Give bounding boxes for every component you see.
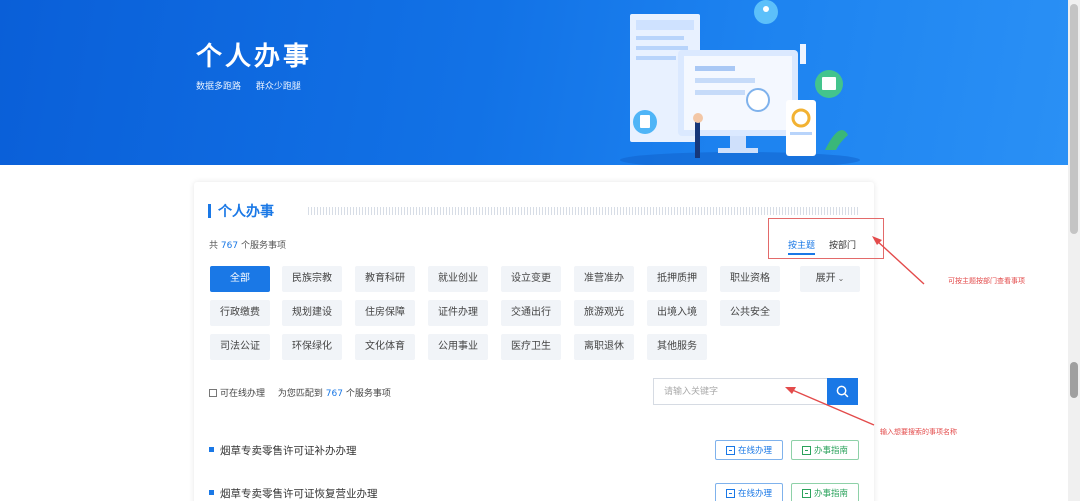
tab-by-department[interactable]: 按部门 xyxy=(829,238,856,251)
panel-header: 个人办事 xyxy=(208,200,860,224)
online-only-checkbox[interactable] xyxy=(209,389,217,397)
service-item[interactable]: 烟草专卖零售许可证恢复营业办理 在线办理 办事指南 xyxy=(208,483,859,501)
annotation-search-note: 输入想要搜索的事项名称 xyxy=(880,428,957,436)
service-guide-button[interactable]: 办事指南 xyxy=(791,483,859,501)
banner-slogan: 数据多跑路 xyxy=(196,82,242,92)
apply-online-icon xyxy=(725,445,735,455)
service-count: 共 767 个服务事项 xyxy=(209,238,286,251)
page-banner: 个人办事 数据多跑路 群众少跑腿 xyxy=(0,0,1068,165)
banner-title: 个人办事 xyxy=(196,42,313,72)
category-chip[interactable]: 就业创业 xyxy=(428,266,488,292)
scrollbar-marker xyxy=(1070,362,1078,398)
match-suffix: 个服务事项 xyxy=(345,389,391,399)
bullet-icon xyxy=(209,447,214,452)
annotation-highlight-box xyxy=(768,218,884,259)
online-only-label[interactable]: 可在线办理 xyxy=(220,389,265,399)
category-chip[interactable]: 规划建设 xyxy=(282,300,342,326)
category-chip[interactable]: 环保绿化 xyxy=(282,334,342,360)
count-value: 767 xyxy=(220,241,239,251)
search-bar xyxy=(653,378,858,405)
category-chip[interactable]: 民族宗教 xyxy=(282,266,342,292)
banner-slogans: 数据多跑路 群众少跑腿 xyxy=(196,79,313,92)
online-handle-label: 在线办理 xyxy=(737,489,772,499)
service-guide-label: 办事指南 xyxy=(813,446,848,456)
expand-label: 展开 xyxy=(815,273,836,284)
category-chip[interactable]: 旅游观光 xyxy=(574,300,634,326)
service-item-name[interactable]: 烟草专卖零售许可证恢复营业办理 xyxy=(220,486,378,501)
category-chip[interactable]: 职业资格 xyxy=(720,266,780,292)
scrollbar-thumb[interactable] xyxy=(1070,4,1078,234)
category-chip-all[interactable]: 全部 xyxy=(210,266,270,292)
heading-divider xyxy=(308,207,860,215)
category-chip[interactable]: 医疗卫生 xyxy=(501,334,561,360)
online-handle-label: 在线办理 xyxy=(737,446,772,456)
search-icon xyxy=(836,385,849,398)
guide-book-icon xyxy=(801,488,811,498)
service-guide-button[interactable]: 办事指南 xyxy=(791,440,859,460)
category-chip[interactable]: 文化体育 xyxy=(355,334,415,360)
category-chip[interactable]: 公用事业 xyxy=(428,334,488,360)
result-filter-row: 可在线办理 为您匹配到 767 个服务事项 xyxy=(209,386,391,399)
count-prefix: 共 xyxy=(209,241,219,251)
category-chip[interactable]: 行政缴费 xyxy=(210,300,270,326)
page-scrollbar[interactable] xyxy=(1068,0,1080,501)
chevron-down-icon: ⌄ xyxy=(837,274,845,283)
expand-categories-button[interactable]: 展开 ⌄ xyxy=(800,266,860,292)
category-chip[interactable]: 交通出行 xyxy=(501,300,561,326)
search-button[interactable] xyxy=(827,378,858,405)
tab-by-theme[interactable]: 按主题 xyxy=(788,238,816,255)
category-chip[interactable]: 出境入境 xyxy=(647,300,707,326)
services-panel: 个人办事 共 767 个服务事项 按主题 按部门 全部 民族宗教 教育科研 就业… xyxy=(194,182,884,501)
category-chip[interactable]: 公共安全 xyxy=(720,300,780,326)
bullet-icon xyxy=(209,490,214,495)
service-item-name[interactable]: 烟草专卖零售许可证补办办理 xyxy=(220,443,357,458)
panel-title: 个人办事 xyxy=(218,204,274,220)
annotation-tab-note: 可按主题按部门查看事项 xyxy=(948,277,1025,285)
category-chip[interactable]: 证件办理 xyxy=(428,300,488,326)
banner-slogan: 群众少跑腿 xyxy=(255,82,301,92)
category-chip[interactable]: 设立变更 xyxy=(501,266,561,292)
category-chip[interactable]: 离职退休 xyxy=(574,334,634,360)
banner-illustration xyxy=(620,0,860,165)
category-chip[interactable]: 住房保障 xyxy=(355,300,415,326)
count-suffix: 个服务事项 xyxy=(240,241,286,251)
service-item[interactable]: 烟草专卖零售许可证补办办理 在线办理 办事指南 xyxy=(208,440,859,464)
category-chip[interactable]: 司法公证 xyxy=(210,334,270,360)
category-chip[interactable]: 抵押质押 xyxy=(647,266,707,292)
apply-online-icon xyxy=(725,488,735,498)
online-handle-button[interactable]: 在线办理 xyxy=(715,483,783,501)
online-handle-button[interactable]: 在线办理 xyxy=(715,440,783,460)
service-guide-label: 办事指南 xyxy=(813,489,848,499)
match-count: 767 xyxy=(325,389,343,399)
category-chip[interactable]: 教育科研 xyxy=(355,266,415,292)
category-chip[interactable]: 准营准办 xyxy=(574,266,634,292)
category-chip[interactable]: 其他服务 xyxy=(647,334,707,360)
search-input[interactable] xyxy=(653,378,827,405)
match-prefix: 为您匹配到 xyxy=(277,389,323,399)
heading-accent-bar xyxy=(208,204,211,218)
guide-book-icon xyxy=(801,445,811,455)
